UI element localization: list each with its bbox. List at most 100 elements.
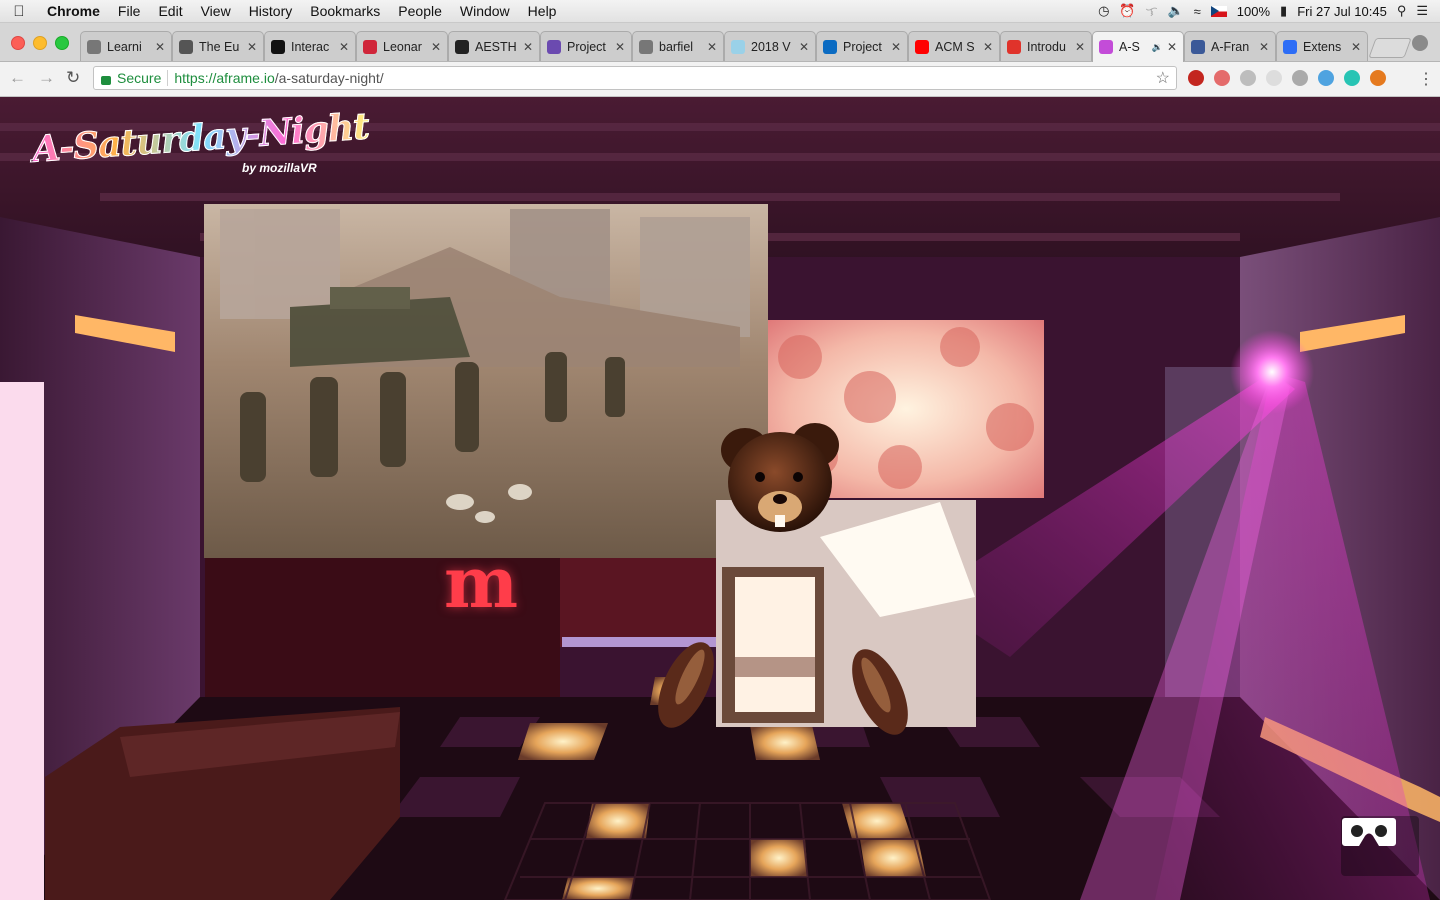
tab-6[interactable]: barfiel ✕: [632, 31, 724, 61]
tab-12[interactable]: A-Fran ✕: [1184, 31, 1276, 61]
facebook-icon: [1191, 39, 1205, 54]
ublock-icon[interactable]: [1188, 70, 1204, 86]
puzzle-icon: [1283, 39, 1297, 54]
url-host[interactable]: https://aframe.io: [174, 70, 274, 86]
h-icon[interactable]: [1370, 70, 1386, 86]
document-icon: [639, 39, 653, 54]
tab-label: AESTH: [475, 39, 517, 54]
square-logo-icon: [271, 39, 285, 54]
tab-2[interactable]: Interac ✕: [264, 31, 356, 61]
enter-vr-button[interactable]: [1341, 816, 1419, 876]
close-tab-icon[interactable]: ✕: [431, 40, 441, 54]
tab-10[interactable]: Introdu ✕: [1000, 31, 1092, 61]
secure-label[interactable]: Secure: [117, 70, 161, 86]
tab-8[interactable]: Project ✕: [816, 31, 908, 61]
menu-edit[interactable]: Edit: [149, 3, 191, 19]
omnibox-separator: [167, 70, 169, 86]
download-icon[interactable]: [1318, 70, 1334, 86]
close-tab-icon[interactable]: ✕: [891, 40, 901, 54]
tab-label: The Eu: [199, 39, 240, 54]
close-tab-icon[interactable]: ✕: [247, 40, 257, 54]
profile-avatar-icon[interactable]: [1412, 35, 1428, 51]
menu-history[interactable]: History: [240, 3, 302, 19]
close-tab-icon[interactable]: ✕: [1259, 40, 1269, 54]
url-path[interactable]: /a-saturday-night/: [275, 70, 384, 86]
tab-label: Introdu: [1027, 39, 1066, 54]
purple-logo-icon: [547, 39, 561, 54]
flag-icon[interactable]: [1210, 5, 1227, 17]
wifi-icon[interactable]: ≈: [1194, 4, 1201, 19]
time-machine-icon[interactable]: ◷: [1098, 3, 1109, 19]
stop-gif-icon[interactable]: [1292, 70, 1308, 86]
menu-app-name[interactable]: Chrome: [38, 3, 109, 19]
a-saturday-night-logo: A-Saturday-Night by mozillaVR: [30, 105, 370, 175]
apple-icon[interactable]: : [0, 3, 38, 20]
b-icon[interactable]: [1240, 70, 1256, 86]
notification-center-icon[interactable]: ☰: [1416, 3, 1428, 19]
close-tab-icon[interactable]: ✕: [1167, 40, 1177, 54]
close-tab-icon[interactable]: ✕: [983, 40, 993, 54]
logo-byline: by mozillaVR: [242, 161, 317, 175]
lock-icon[interactable]: [101, 75, 111, 85]
bookmark-star-icon[interactable]: ☆: [1156, 68, 1170, 88]
m-icon[interactable]: [1344, 70, 1360, 86]
back-arrow-icon[interactable]: ←: [9, 68, 26, 88]
close-tab-icon[interactable]: ✕: [1351, 40, 1361, 54]
forward-arrow-icon[interactable]: →: [38, 68, 55, 88]
bluetooth-icon[interactable]: ᜎ: [1146, 2, 1158, 20]
macos-menubar:  Chrome File Edit View History Bookmark…: [0, 0, 1440, 23]
blocked-icon[interactable]: [1214, 70, 1230, 86]
close-tab-icon[interactable]: ✕: [339, 40, 349, 54]
extension-icons: [1188, 70, 1386, 86]
address-bar[interactable]: Secure https://aframe.io/a-saturday-nigh…: [93, 66, 1177, 90]
tab-label: Project: [567, 39, 606, 54]
reload-icon[interactable]: ↻: [66, 68, 80, 88]
volume-icon[interactable]: 🔈: [1167, 3, 1183, 19]
new-tab-button[interactable]: [1368, 38, 1412, 58]
f-icon[interactable]: [1266, 70, 1282, 86]
tab-0[interactable]: Learni ✕: [80, 31, 172, 61]
tab-label: ACM S: [935, 39, 975, 54]
tab-label: A-S: [1119, 40, 1140, 54]
document-icon: [87, 39, 101, 54]
battery-icon[interactable]: ▮: [1280, 3, 1287, 19]
alarm-icon[interactable]: ⏰: [1119, 3, 1135, 19]
tab-11[interactable]: A-S 🔉 ✕: [1092, 31, 1184, 62]
tab-13[interactable]: Extens ✕: [1276, 31, 1368, 61]
close-tab-icon[interactable]: ✕: [1075, 40, 1085, 54]
close-window-button[interactable]: [11, 36, 25, 50]
browser-tab-strip: Learni ✕ The Eu ✕ Interac ✕ Leonar ✕ AESTH ✕ Proje…: [0, 23, 1440, 62]
close-tab-icon[interactable]: ✕: [799, 40, 809, 54]
tab-1[interactable]: The Eu ✕: [172, 31, 264, 61]
close-tab-icon[interactable]: ✕: [523, 40, 533, 54]
clock[interactable]: Fri 27 Jul 10:45: [1297, 4, 1387, 19]
menu-view[interactable]: View: [192, 3, 240, 19]
close-tab-icon[interactable]: ✕: [615, 40, 625, 54]
scene-render: [0, 97, 1440, 900]
tab-label: Project: [843, 39, 882, 54]
status-area: ◷ ⏰ ᜎ 🔈 ≈ 100% ▮ Fri 27 Jul 10:45 ⚲ ☰: [1098, 2, 1440, 20]
close-tab-icon[interactable]: ✕: [707, 40, 717, 54]
battery-percent: 100%: [1236, 3, 1271, 19]
tab-5[interactable]: Project ✕: [540, 31, 632, 61]
spotlight-icon[interactable]: ⚲: [1397, 3, 1407, 19]
menu-window[interactable]: Window: [451, 3, 519, 19]
menu-file[interactable]: File: [109, 3, 150, 19]
tab-9[interactable]: ACM S ✕: [908, 31, 1000, 61]
menu-help[interactable]: Help: [519, 3, 566, 19]
tab-4[interactable]: AESTH ✕: [448, 31, 540, 61]
menu-people[interactable]: People: [389, 3, 451, 19]
window-controls: [11, 36, 69, 50]
tab-label: 2018 V: [751, 39, 791, 54]
menu-bookmarks[interactable]: Bookmarks: [301, 3, 389, 19]
chrome-menu-icon[interactable]: ⋮: [1418, 69, 1434, 89]
zoom-window-button[interactable]: [55, 36, 69, 50]
adobe-logo-icon: [1007, 39, 1021, 54]
tab-3[interactable]: Leonar ✕: [356, 31, 448, 61]
tab-7[interactable]: 2018 V ✕: [724, 31, 816, 61]
minimize-window-button[interactable]: [33, 36, 47, 50]
close-tab-icon[interactable]: ✕: [155, 40, 165, 54]
aframe-scene-viewport[interactable]: A-Saturday-Night by mozillaVR m: [0, 97, 1440, 900]
speaker-icon[interactable]: 🔉: [1152, 42, 1163, 53]
cardboard-vr-icon: [1342, 818, 1396, 846]
